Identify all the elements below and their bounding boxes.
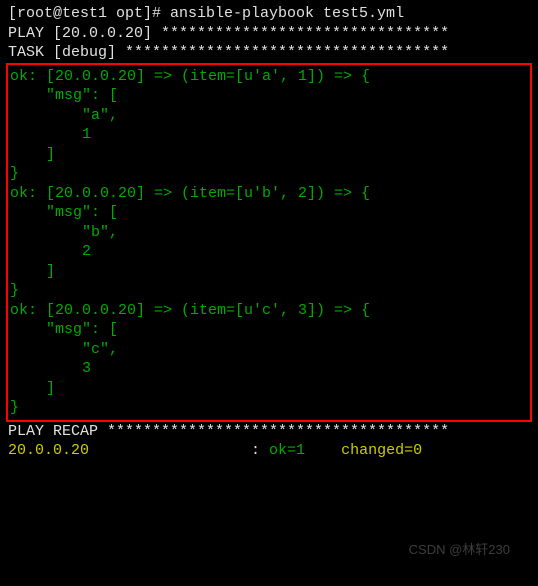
- recap-spacer: :: [89, 442, 269, 459]
- recap-ok: ok=1: [269, 442, 332, 459]
- msg-open: "msg": [: [8, 86, 530, 106]
- recap-host: 20.0.0.20: [8, 442, 89, 459]
- ok-item-line: ok: [20.0.0.20] => (item=[u'a', 1]) => {: [8, 67, 530, 87]
- msg-value: 1: [8, 125, 530, 145]
- item-close: }: [8, 281, 530, 301]
- ok-item-line: ok: [20.0.0.20] => (item=[u'c', 3]) => {: [8, 301, 530, 321]
- msg-value: 3: [8, 359, 530, 379]
- task-header: TASK [debug] ***************************…: [0, 43, 538, 63]
- msg-value: 2: [8, 242, 530, 262]
- shell-prompt: [root@test1 opt]# ansible-playbook test5…: [0, 4, 538, 24]
- item-close: }: [8, 164, 530, 184]
- msg-close: ]: [8, 262, 530, 282]
- ok-item-line: ok: [20.0.0.20] => (item=[u'b', 2]) => {: [8, 184, 530, 204]
- msg-close: ]: [8, 379, 530, 399]
- recap-changed: changed=0: [332, 442, 431, 459]
- play-header: PLAY [20.0.0.20] ***********************…: [0, 24, 538, 44]
- msg-close: ]: [8, 145, 530, 165]
- msg-value: "b",: [8, 223, 530, 243]
- msg-open: "msg": [: [8, 203, 530, 223]
- item-close: }: [8, 398, 530, 418]
- recap-header: PLAY RECAP *****************************…: [0, 422, 538, 442]
- highlighted-output: ok: [20.0.0.20] => (item=[u'a', 1]) => {…: [6, 63, 532, 422]
- watermark: CSDN @林轩230: [409, 539, 510, 558]
- msg-open: "msg": [: [8, 320, 530, 340]
- recap-line: 20.0.0.20 : ok=1 changed=0: [0, 441, 538, 461]
- msg-value: "a",: [8, 106, 530, 126]
- msg-value: "c",: [8, 340, 530, 360]
